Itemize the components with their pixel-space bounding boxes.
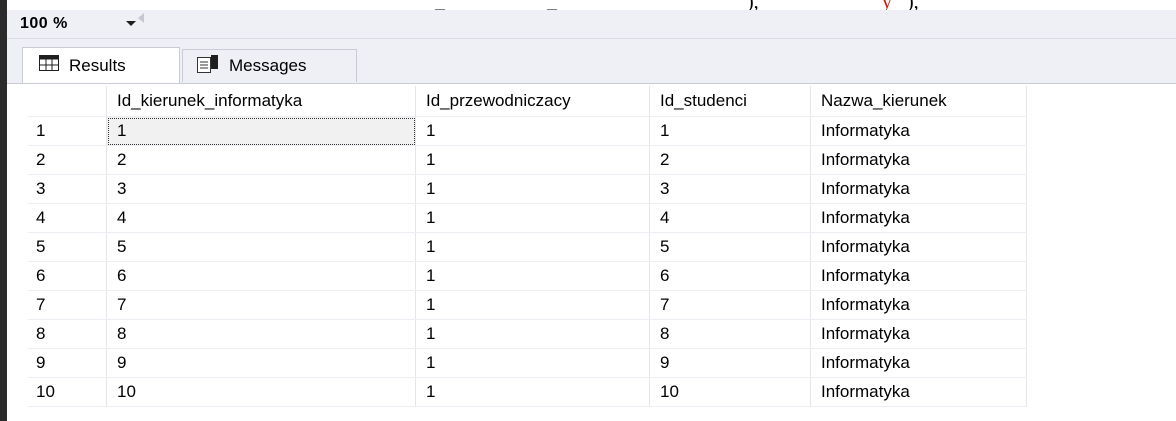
- table-cell[interactable]: 7: [649, 290, 811, 320]
- cropped-text-fragment: y: [882, 0, 892, 10]
- table-row: 5 5 1 5 Informatyka: [28, 232, 1027, 262]
- table-cell[interactable]: 1: [415, 145, 650, 175]
- tab-label: Results: [69, 55, 126, 75]
- table-row: 6 6 1 6 Informatyka: [28, 261, 1027, 291]
- table-cell[interactable]: 1: [415, 174, 650, 204]
- table-cell[interactable]: 5: [106, 232, 416, 262]
- messages-icon: [197, 54, 219, 78]
- column-header[interactable]: Id_przewodniczacy: [415, 86, 650, 117]
- table-cell[interactable]: 3: [106, 174, 416, 204]
- cropped-text-fragment: ),: [747, 0, 759, 10]
- cropped-text-fragment: _: [435, 0, 445, 10]
- table-cell[interactable]: 1: [415, 203, 650, 233]
- table-cell[interactable]: Informatyka: [810, 348, 1027, 378]
- table-cell[interactable]: Informatyka: [810, 377, 1027, 407]
- cropped-text-fragment: _: [547, 0, 557, 10]
- table-cell[interactable]: 1: [106, 116, 416, 146]
- row-number[interactable]: 8: [28, 319, 107, 349]
- table-cell[interactable]: 5: [649, 232, 811, 262]
- row-number-header[interactable]: [28, 86, 107, 117]
- row-number[interactable]: 10: [28, 377, 107, 407]
- table-cell[interactable]: 1: [415, 116, 650, 146]
- table-cell[interactable]: 1: [415, 290, 650, 320]
- table-row: 9 9 1 9 Informatyka: [28, 348, 1027, 378]
- row-number[interactable]: 4: [28, 203, 107, 233]
- results-table: Id_kierunek_informatyka Id_przewodniczac…: [28, 86, 1027, 407]
- grid-icon: [39, 55, 59, 76]
- table-cell[interactable]: 9: [649, 348, 811, 378]
- table-cell[interactable]: 1: [415, 261, 650, 291]
- table-row: 10 10 1 10 Informatyka: [28, 377, 1027, 407]
- row-number[interactable]: 7: [28, 290, 107, 320]
- table-row: 2 2 1 2 Informatyka: [28, 145, 1027, 175]
- table-row: 7 7 1 7 Informatyka: [28, 290, 1027, 320]
- results-grid: Id_kierunek_informatyka Id_przewodniczac…: [7, 83, 1176, 421]
- results-pane: _ _ ), y ), 100 % Results: [0, 0, 1176, 421]
- row-number[interactable]: 1: [28, 116, 107, 146]
- table-cell[interactable]: 10: [649, 377, 811, 407]
- table-cell[interactable]: 8: [649, 319, 811, 349]
- table-cell[interactable]: Informatyka: [810, 116, 1027, 146]
- table-cell[interactable]: 6: [106, 261, 416, 291]
- row-number[interactable]: 2: [28, 145, 107, 175]
- tab-results[interactable]: Results: [22, 47, 180, 83]
- table-cell[interactable]: 1: [649, 116, 811, 146]
- table-cell[interactable]: 3: [649, 174, 811, 204]
- row-number[interactable]: 3: [28, 174, 107, 204]
- table-cell[interactable]: 1: [415, 377, 650, 407]
- table-cell[interactable]: Informatyka: [810, 261, 1027, 291]
- table-cell[interactable]: 4: [106, 203, 416, 233]
- table-cell[interactable]: 9: [106, 348, 416, 378]
- column-header[interactable]: Id_studenci: [649, 86, 811, 117]
- zoom-dropdown[interactable]: 100 %: [20, 15, 148, 33]
- tab-label: Messages: [229, 56, 307, 75]
- column-header[interactable]: Id_kierunek_informatyka: [106, 86, 416, 117]
- table-row: 3 3 1 3 Informatyka: [28, 174, 1027, 204]
- table-cell[interactable]: Informatyka: [810, 232, 1027, 262]
- editor-gutter: [0, 0, 7, 421]
- table-cell[interactable]: 8: [106, 319, 416, 349]
- table-cell[interactable]: Informatyka: [810, 290, 1027, 320]
- cropped-text-fragment: ),: [907, 0, 919, 10]
- table-cell[interactable]: 4: [649, 203, 811, 233]
- table-cell[interactable]: 1: [415, 319, 650, 349]
- table-cell[interactable]: 1: [415, 232, 650, 262]
- row-number[interactable]: 6: [28, 261, 107, 291]
- tab-messages[interactable]: Messages: [182, 49, 357, 82]
- table-cell[interactable]: 10: [106, 377, 416, 407]
- table-row: 4 4 1 4 Informatyka: [28, 203, 1027, 233]
- zoom-value: 100 %: [20, 15, 68, 32]
- table-row: 1 1 1 1 Informatyka: [28, 116, 1027, 146]
- chevron-down-icon[interactable]: [126, 21, 136, 26]
- table-cell[interactable]: 2: [106, 145, 416, 175]
- table-cell[interactable]: Informatyka: [810, 145, 1027, 175]
- column-header[interactable]: Nazwa_kierunek: [810, 86, 1027, 117]
- table-cell[interactable]: 6: [649, 261, 811, 291]
- scroll-left-icon[interactable]: [138, 13, 144, 23]
- table-cell[interactable]: 1: [415, 348, 650, 378]
- table-cell[interactable]: Informatyka: [810, 319, 1027, 349]
- table-cell[interactable]: 7: [106, 290, 416, 320]
- row-number[interactable]: 9: [28, 348, 107, 378]
- row-number[interactable]: 5: [28, 232, 107, 262]
- table-row: 8 8 1 8 Informatyka: [28, 319, 1027, 349]
- header-row: Id_kierunek_informatyka Id_przewodniczac…: [28, 86, 1027, 117]
- zoom-bar: 100 %: [7, 10, 1176, 39]
- result-tabs: Results Messages: [7, 39, 1176, 83]
- table-cell[interactable]: Informatyka: [810, 174, 1027, 204]
- table-cell[interactable]: Informatyka: [810, 203, 1027, 233]
- cropped-query-line: _ _ ), y ),: [7, 0, 1176, 10]
- table-cell[interactable]: 2: [649, 145, 811, 175]
